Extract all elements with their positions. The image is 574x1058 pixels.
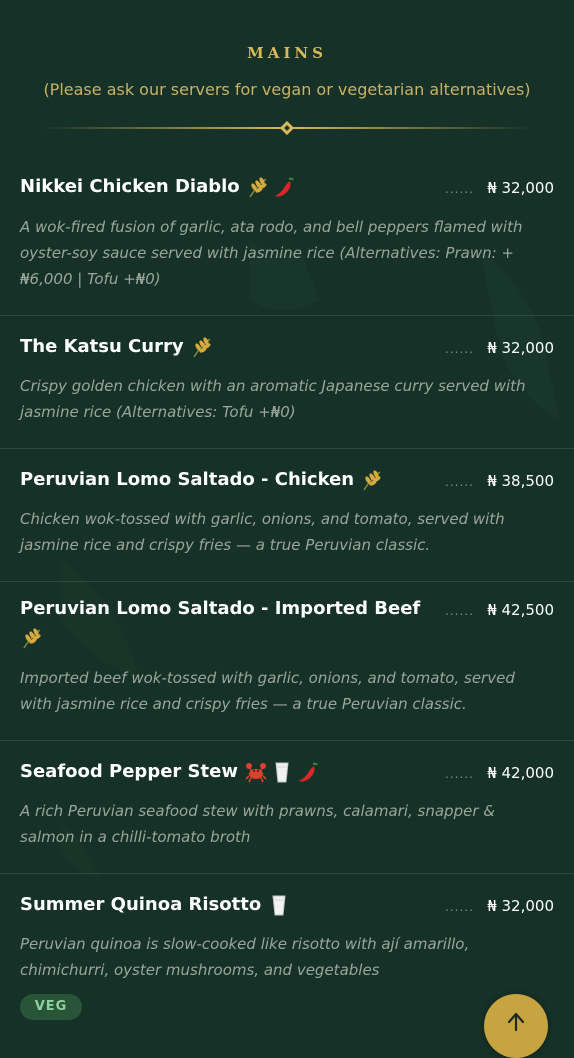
price-leader-dots: ...... — [445, 475, 474, 489]
rice-icon — [192, 337, 211, 358]
item-name: Peruvian Lomo Saltado - Chicken — [20, 467, 386, 493]
veg-badge: VEG — [20, 994, 82, 1020]
menu-section-header: MAINS (Please ask our servers for vegan … — [0, 0, 574, 150]
milk-icon — [272, 895, 286, 916]
up-arrow-icon — [507, 1012, 525, 1032]
item-name: Peruvian Lomo Saltado - Imported Beef — [20, 596, 430, 622]
item-name: Seafood Pepper Stew — [20, 759, 322, 785]
item-name: Summer Quinoa Risotto — [20, 892, 293, 918]
section-title: MAINS — [247, 44, 327, 62]
item-icons — [267, 893, 293, 917]
item-icons — [190, 335, 216, 359]
item-name-text: Nikkei Chicken Diablo — [20, 176, 240, 197]
item-separator — [0, 873, 574, 874]
item-name-text: Peruvian Lomo Saltado - Chicken — [20, 469, 355, 490]
price-leader-dots: ...... — [445, 604, 474, 618]
item-description: Chicken wok-tossed with garlic, onions, … — [20, 510, 505, 554]
price-leader-dots: ...... — [445, 342, 474, 356]
scroll-to-top-button[interactable] — [484, 994, 548, 1058]
item-icons — [360, 468, 386, 492]
rice-icon — [363, 470, 381, 491]
item-description: Imported beef wok-tossed with garlic, on… — [20, 669, 515, 713]
price-leader-dots: ...... — [445, 182, 474, 196]
item-separator — [0, 581, 574, 582]
item-price: ₦ 32,000 — [487, 179, 554, 197]
chili-icon — [274, 177, 294, 197]
rice-icon — [23, 628, 41, 649]
item-separator — [0, 315, 574, 316]
item-price: ₦ 42,000 — [487, 764, 554, 782]
item-icons — [244, 760, 322, 784]
item-description: A rich Peruvian seafood stew with prawns… — [20, 802, 495, 846]
item-name-text: Seafood Pepper Stew — [20, 761, 238, 782]
item-separator — [0, 448, 574, 449]
crab-icon — [245, 763, 267, 783]
chili-icon — [298, 762, 318, 782]
item-icons — [246, 175, 298, 199]
milk-icon — [275, 762, 289, 783]
ornament-divider — [40, 120, 534, 136]
item-price: ₦ 32,000 — [487, 339, 554, 357]
item-separator — [0, 740, 574, 741]
section-subtitle: (Please ask our servers for vegan or veg… — [43, 80, 531, 99]
item-price: ₦ 32,000 — [487, 897, 554, 915]
item-price: ₦ 42,500 — [487, 601, 554, 619]
item-icons — [20, 626, 46, 650]
item-name: The Katsu Curry — [20, 334, 216, 360]
item-description: Peruvian quinoa is slow-cooked like riso… — [20, 935, 470, 979]
item-name: Nikkei Chicken Diablo — [20, 174, 298, 200]
price-leader-dots: ...... — [445, 900, 474, 914]
item-name-text: Summer Quinoa Risotto — [20, 894, 262, 915]
rice-icon — [249, 177, 267, 198]
price-leader-dots: ...... — [445, 767, 474, 781]
item-price: ₦ 38,500 — [487, 472, 554, 490]
item-description: A wok-fired fusion of garlic, ata rodo, … — [20, 218, 523, 288]
item-name-text: The Katsu Curry — [20, 336, 184, 357]
item-description: Crispy golden chicken with an aromatic J… — [20, 377, 526, 421]
item-name-text: Peruvian Lomo Saltado - Imported Beef — [20, 598, 421, 619]
